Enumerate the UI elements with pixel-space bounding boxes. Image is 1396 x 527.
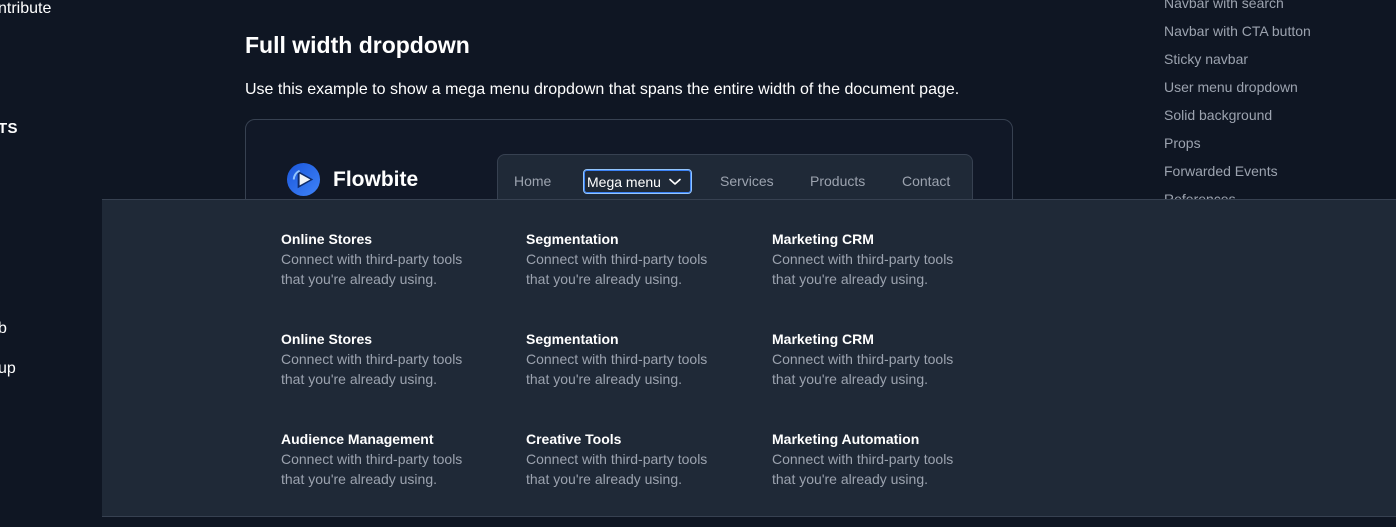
dropdown-item-desc: that you're already using.	[772, 471, 928, 487]
dropdown-item-segmentation[interactable]: Segmentation Connect with third-party to…	[526, 230, 756, 289]
toc-item-sticky-navbar[interactable]: Sticky navbar	[1164, 45, 1396, 73]
dropdown-item-segmentation[interactable]: Segmentation Connect with third-party to…	[526, 330, 756, 389]
dropdown-item-desc: Connect with third-party tools	[281, 251, 463, 267]
toc-item-props[interactable]: Props	[1164, 129, 1396, 157]
section-title: Full width dropdown	[245, 32, 470, 58]
dropdown-item-marketing-crm[interactable]: Marketing CRM Connect with third-party t…	[772, 330, 1002, 389]
toc-item-navbar-with-cta[interactable]: Navbar with CTA button	[1164, 17, 1396, 45]
brand-name: Flowbite	[333, 167, 419, 191]
sidebar-link-up[interactable]: up	[0, 360, 16, 378]
dropdown-item-desc: Connect with third-party tools	[772, 251, 954, 267]
dropdown-item-audience-management[interactable]: Audience Management Connect with third-p…	[281, 430, 511, 489]
toc-item-references[interactable]: References	[1164, 185, 1396, 199]
sidebar-link-b[interactable]: b	[0, 320, 7, 338]
docs-page: ntribute TS b up Navbar with search Navb…	[0, 0, 1396, 527]
dropdown-item-online-stores[interactable]: Online Stores Connect with third-party t…	[281, 330, 511, 389]
dropdown-item-title: Marketing CRM	[772, 331, 874, 347]
nav-services-link[interactable]: Services	[720, 171, 774, 191]
dropdown-item-marketing-crm[interactable]: Marketing CRM Connect with third-party t…	[772, 230, 1002, 289]
dropdown-item-title: Marketing CRM	[772, 231, 874, 247]
toc-item-forwarded-events[interactable]: Forwarded Events	[1164, 157, 1396, 185]
dropdown-item-desc: that you're already using.	[526, 371, 682, 387]
dropdown-item-desc: that you're already using.	[526, 471, 682, 487]
dropdown-item-title: Segmentation	[526, 231, 619, 247]
toc-item-user-menu-dropdown[interactable]: User menu dropdown	[1164, 73, 1396, 101]
mega-menu-dropdown: Online Stores Connect with third-party t…	[102, 199, 1396, 517]
nav-contact-link[interactable]: Contact	[902, 171, 950, 191]
mega-menu-button[interactable]: Mega menu	[583, 169, 692, 194]
flowbite-logo-icon	[286, 162, 321, 197]
table-of-contents: Navbar with search Navbar with CTA butto…	[1164, 0, 1396, 199]
dropdown-item-title: Creative Tools	[526, 431, 622, 447]
toc-item-solid-background[interactable]: Solid background	[1164, 101, 1396, 129]
dropdown-item-desc: Connect with third-party tools	[526, 251, 708, 267]
dropdown-item-desc: that you're already using.	[281, 471, 437, 487]
sidebar-link-contribute[interactable]: ntribute	[0, 0, 51, 18]
dropdown-item-online-stores[interactable]: Online Stores Connect with third-party t…	[281, 230, 511, 289]
mega-menu-label: Mega menu	[587, 173, 661, 190]
dropdown-item-desc: that you're already using.	[281, 371, 437, 387]
dropdown-item-desc: Connect with third-party tools	[526, 351, 708, 367]
dropdown-item-desc: that you're already using.	[281, 271, 437, 287]
nav-home-link[interactable]: Home	[514, 171, 551, 191]
dropdown-item-desc: that you're already using.	[772, 371, 928, 387]
dropdown-item-creative-tools[interactable]: Creative Tools Connect with third-party …	[526, 430, 756, 489]
dropdown-item-desc: Connect with third-party tools	[281, 451, 463, 467]
section-description: Use this example to show a mega menu dro…	[245, 81, 960, 98]
nav-products-link[interactable]: Products	[810, 171, 865, 191]
dropdown-item-marketing-automation[interactable]: Marketing Automation Connect with third-…	[772, 430, 1002, 489]
dropdown-item-title: Audience Management	[281, 431, 434, 447]
dropdown-item-desc: Connect with third-party tools	[281, 351, 463, 367]
dropdown-item-desc: that you're already using.	[772, 271, 928, 287]
brand-link[interactable]: Flowbite	[286, 162, 418, 197]
dropdown-item-desc: Connect with third-party tools	[772, 351, 954, 367]
dropdown-item-title: Online Stores	[281, 231, 373, 247]
chevron-down-icon	[669, 178, 681, 185]
toc-item-navbar-with-search[interactable]: Navbar with search	[1164, 0, 1396, 17]
dropdown-item-desc: Connect with third-party tools	[772, 451, 954, 467]
dropdown-item-title: Segmentation	[526, 331, 619, 347]
dropdown-item-desc: that you're already using.	[526, 271, 682, 287]
dropdown-item-title: Marketing Automation	[772, 431, 920, 447]
dropdown-item-desc: Connect with third-party tools	[526, 451, 708, 467]
dropdown-item-title: Online Stores	[281, 331, 373, 347]
sidebar-heading-components: TS	[0, 120, 18, 137]
